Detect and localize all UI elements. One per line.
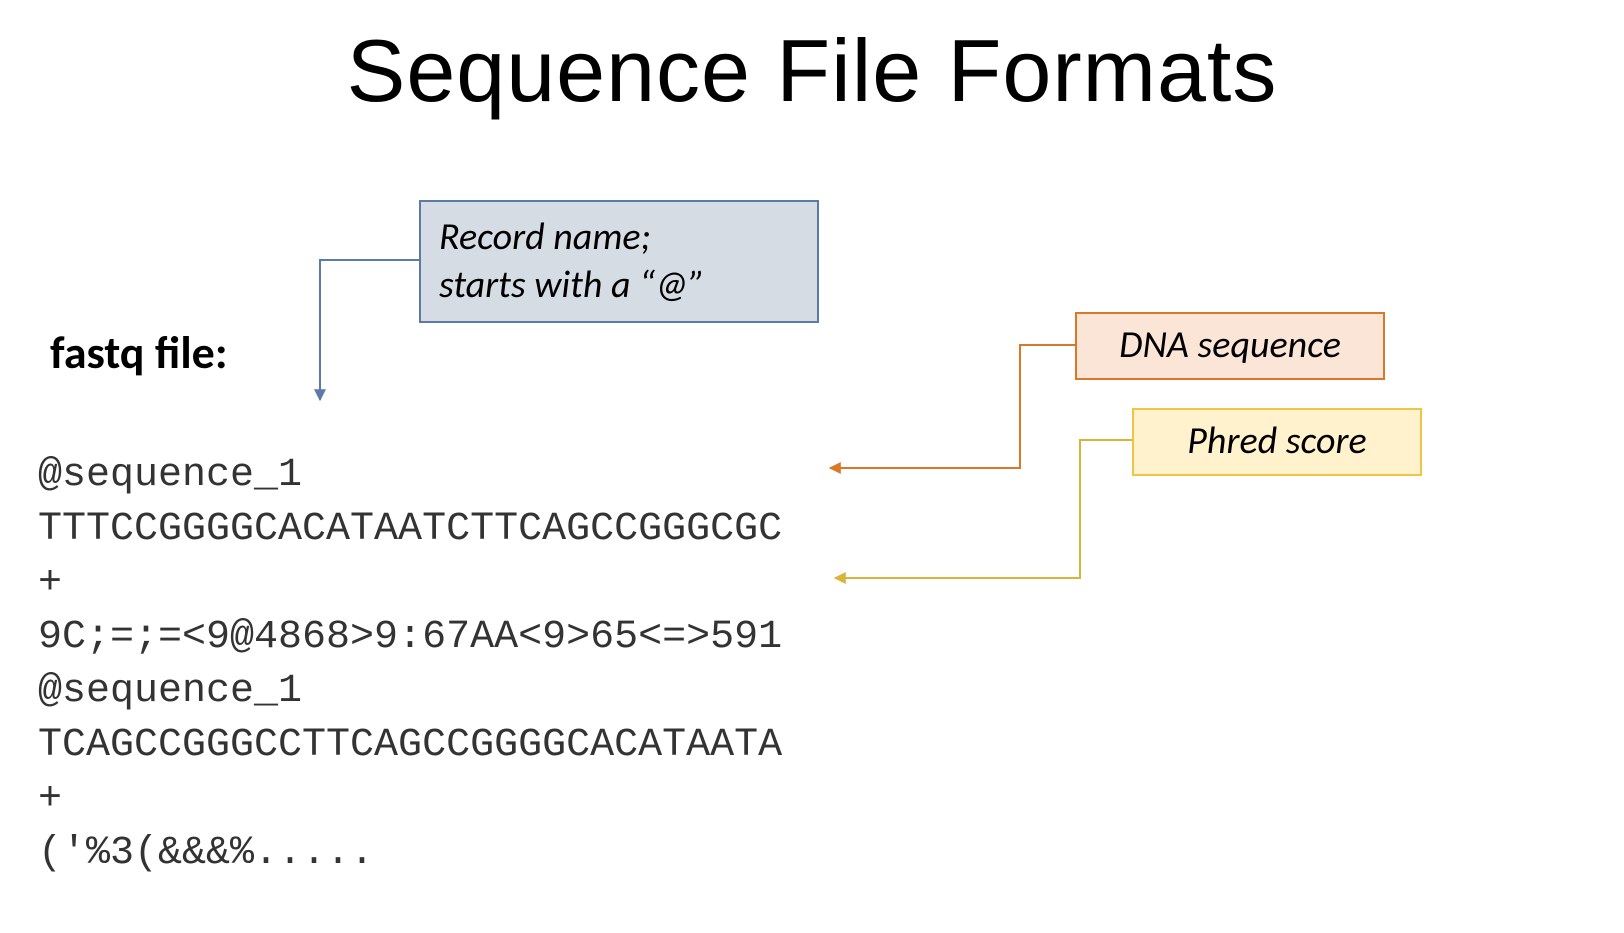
- callout-dna-sequence: DNA sequence: [1075, 312, 1385, 380]
- code-line-plus1: +: [38, 561, 62, 606]
- code-line-plus2: +: [38, 777, 62, 822]
- callout-phred-score: Phred score: [1132, 408, 1422, 476]
- callout-dna-text: DNA sequence: [1119, 322, 1341, 368]
- code-line-quality1: 9C;=;=<9@4868>9:67AA<9>65<=>591: [38, 615, 782, 660]
- connector-dna: [830, 345, 1075, 468]
- connector-record: [320, 260, 419, 400]
- callout-phred-text: Phred score: [1187, 418, 1366, 464]
- code-line-sequence1: TTTCCGGGGCACATAATCTTCAGCCGGGCGC: [38, 507, 782, 552]
- code-line-quality2: ('%3(&&&%.....: [38, 831, 374, 876]
- fastq-code-block: @sequence_1 TTTCCGGGGCACATAATCTTCAGCCGGG…: [38, 395, 782, 881]
- code-line-sequence2: TCAGCCGGGCCTTCAGCCGGGGCACATAATA: [38, 723, 782, 768]
- code-line-header2: @sequence_1: [38, 669, 302, 714]
- callout-record-text: Record name; starts with a “@”: [439, 214, 705, 308]
- connector-phred: [835, 440, 1132, 578]
- file-type-label: fastq file:: [50, 325, 228, 381]
- slide-title: Sequence File Formats: [0, 20, 1624, 122]
- callout-record-name: Record name; starts with a “@”: [419, 200, 819, 323]
- code-line-header1: @sequence_1: [38, 453, 302, 498]
